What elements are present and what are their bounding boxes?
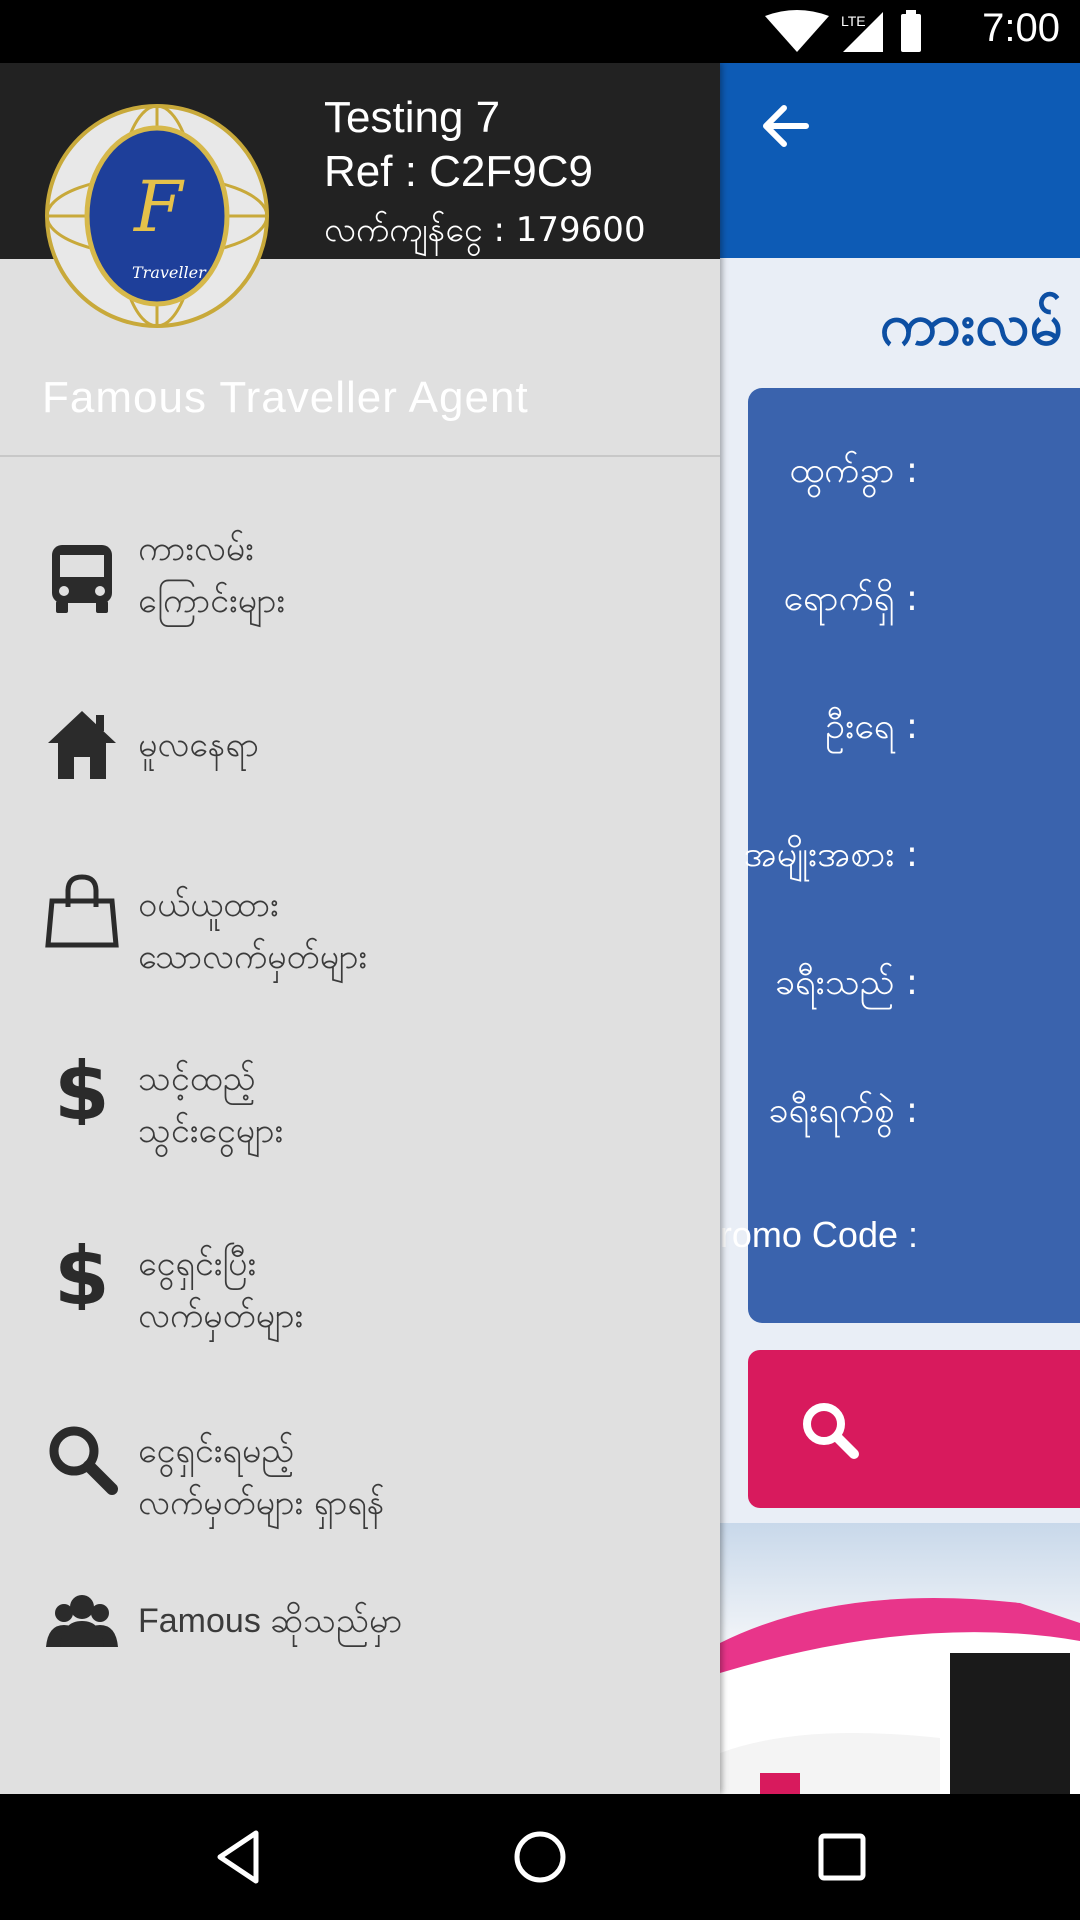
menu-label-paid-tickets: ငွေရှင်းပြီး လက်မှတ်များ	[138, 1244, 304, 1336]
app-title: ကားလမ်	[880, 290, 1063, 358]
back-arrow-icon[interactable]	[758, 98, 814, 154]
group-icon	[46, 1595, 118, 1647]
recents-icon[interactable]	[812, 1827, 872, 1887]
lte-label: LTE	[841, 13, 866, 29]
menu-label-bus-routes: ကားလမ်း ကြောင်းများ	[138, 529, 285, 621]
navigation-drawer: F Traveller Testing 7 Ref : C2F9C9 လက်ကျ…	[0, 63, 720, 1794]
menu-item-deposits[interactable]: $ သင့်ထည့် သွင်းငွေများ	[0, 1013, 720, 1163]
system-nav-bar	[0, 1794, 1080, 1920]
menu-item-home[interactable]: မူလနေရာ	[0, 673, 720, 813]
menu-item-search-unpaid[interactable]: ငွေရှင်းရမည့် လက်မှတ်များ ရှာရန်	[0, 1385, 720, 1535]
menu-label-home: မူလနေရာ	[138, 725, 259, 765]
svg-text:Traveller: Traveller	[132, 263, 207, 282]
home-icon	[48, 711, 116, 779]
bus-image	[720, 1523, 1080, 1794]
battery-icon	[901, 14, 921, 52]
status-bar: LTE 7:00	[0, 0, 1080, 63]
user-balance: လက်ကျန်ငွေ : 179600	[324, 210, 646, 250]
form-seats-label[interactable]: ဦးရေ :	[825, 702, 918, 756]
form-passenger-label[interactable]: ခရီးသည် :	[775, 958, 918, 1012]
svg-text:F: F	[132, 166, 185, 248]
dollar-icon: $	[54, 1234, 110, 1310]
search-button[interactable]	[748, 1350, 1080, 1508]
back-icon[interactable]	[210, 1827, 270, 1887]
wifi-icon	[765, 10, 829, 52]
menu-label-deposits: သင့်ထည့် သွင်းငွေများ	[138, 1059, 284, 1151]
form-to-label[interactable]: ရောက်ရှိ :	[784, 574, 919, 628]
bus-illustration	[720, 1598, 1080, 1794]
bus-icon	[52, 545, 112, 613]
svg-text:$: $	[54, 1234, 110, 1310]
menu-item-paid-tickets[interactable]: $ ငွေရှင်းပြီး လက်မှတ်များ	[0, 1198, 720, 1348]
form-date-label[interactable]: ခရီးရက်စွဲ :	[768, 1086, 918, 1140]
menu-label-search-unpaid: ငွေရှင်းရမည့် လက်မှတ်များ ရှာရန်	[138, 1431, 385, 1523]
svg-text:$: $	[54, 1049, 110, 1125]
user-name: Testing 7	[324, 93, 501, 142]
menu-label-purchased-tickets: ဝယ်ယူထား သောလက်မှတ်များ	[138, 885, 368, 977]
form-from-label[interactable]: ထွက်ခွာ :	[789, 446, 918, 500]
search-icon	[49, 1426, 118, 1495]
status-time: 7:00	[982, 6, 1060, 50]
menu-item-bus-routes[interactable]: ကားလမ်း ကြောင်းများ	[0, 503, 720, 653]
menu-item-about[interactable]: Famous ဆိုသည်မှာ	[0, 1563, 720, 1683]
user-ref: Ref : C2F9C9	[324, 147, 593, 196]
booking-form-card: ထွက်ခွာ : ရောက်ရှိ : ဦးရေ : အမျိုးအစား :…	[696, 388, 1080, 1323]
status-icons: LTE	[765, 10, 921, 52]
dollar-icon: $	[54, 1049, 110, 1125]
agent-name: Famous Traveller Agent	[42, 373, 529, 422]
home-circle-icon[interactable]	[510, 1827, 570, 1887]
shopping-bag-icon	[45, 874, 119, 948]
menu-label-about: Famous ဆိုသည်မှာ	[138, 1602, 403, 1640]
form-type-label[interactable]: အမျိုးအစား :	[744, 830, 918, 884]
form-promo-label[interactable]: Promo Code :	[696, 1214, 918, 1256]
menu-item-purchased-tickets[interactable]: ဝယ်ယူထား သောလက်မှတ်များ	[0, 833, 720, 983]
search-icon	[803, 1403, 859, 1459]
famous-traveller-logo: F Traveller	[45, 104, 269, 328]
